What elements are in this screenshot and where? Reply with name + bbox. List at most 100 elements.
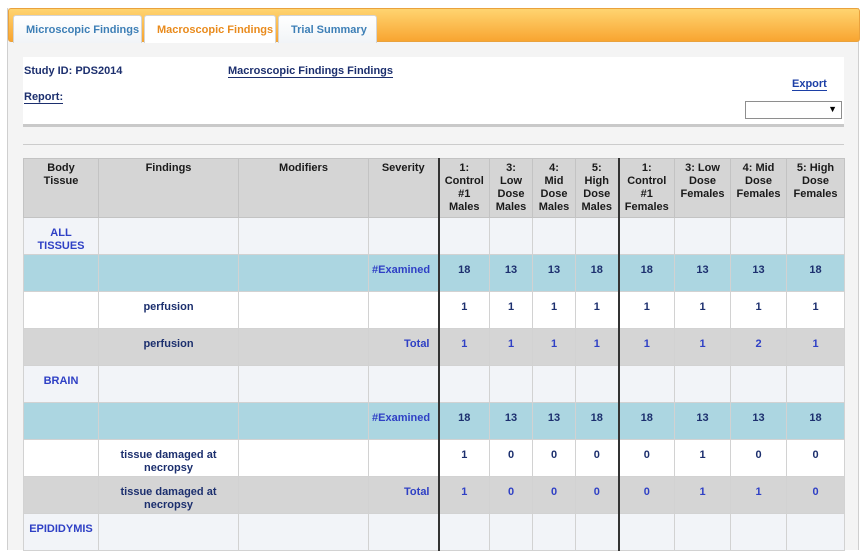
header-line: Mid [544, 175, 564, 187]
body-tissue-cell [23, 291, 99, 329]
count-cell: 18 [437, 254, 490, 292]
finding-cell-line: perfusion [143, 301, 194, 313]
count-cell[interactable]: 1 [674, 476, 731, 514]
count-cell[interactable]: 2 [730, 328, 787, 366]
count-cell[interactable]: 1 [617, 328, 675, 366]
count-cell[interactable]: 1 [489, 328, 533, 366]
count-cell[interactable]: 1 [730, 476, 787, 514]
header-body-tissue: Body Tissue [23, 158, 99, 218]
header-line: #1 [458, 188, 471, 200]
severity-cell: #Examined [368, 254, 439, 292]
count-cell [532, 365, 576, 403]
count-cell: 13 [532, 402, 576, 440]
header-line: Findings [145, 162, 192, 174]
header-c1-control-females: 1: Control #1 Females [617, 158, 675, 218]
body-tissue-cell[interactable]: BRAIN [23, 365, 99, 403]
count-cell [575, 513, 619, 551]
count-cell: 0 [617, 439, 675, 477]
count-cell [674, 513, 731, 551]
count-cell: 1 [674, 291, 731, 329]
header-line: Dose [745, 175, 772, 187]
count-cell: 13 [489, 402, 533, 440]
modifier-cell [238, 328, 369, 366]
count-cell [575, 217, 619, 255]
severity-cell [368, 217, 439, 255]
count-cell[interactable]: 0 [489, 476, 533, 514]
count-cell[interactable]: 0 [575, 476, 619, 514]
count-cell [437, 365, 490, 403]
count-cell: 13 [532, 254, 576, 292]
modifier-cell [238, 365, 369, 403]
finding-cell [98, 254, 239, 292]
body-tissue-cell-line: EPIDIDYMIS [29, 523, 93, 535]
count-cell[interactable]: 1 [437, 328, 490, 366]
body-tissue-cell [23, 402, 99, 440]
count-cell[interactable]: 0 [617, 476, 675, 514]
count-cell [617, 365, 675, 403]
count-cell: 1 [489, 291, 533, 329]
finding-cell-line: necropsy [144, 462, 193, 474]
count-cell[interactable]: 0 [786, 476, 845, 514]
count-cell [617, 513, 675, 551]
header-line: Dose [689, 175, 716, 187]
modifier-cell [238, 254, 369, 292]
count-cell[interactable]: 1 [786, 328, 845, 366]
finding-cell [98, 217, 239, 255]
report-title-link[interactable]: Macroscopic Findings Findings [228, 65, 394, 78]
app-frame: Microscopic Findings Macroscopic Finding… [7, 8, 860, 551]
count-cell[interactable]: 1 [532, 328, 576, 366]
header-line: Severity [381, 162, 425, 174]
count-cell[interactable]: 1 [437, 476, 490, 514]
body-tissue-cell[interactable]: EPIDIDYMIS [23, 513, 99, 551]
export-link[interactable]: Export [792, 78, 827, 91]
count-cell [786, 513, 845, 551]
study-id-label: Study ID: PDS2014 [24, 65, 123, 77]
count-cell[interactable]: 0 [532, 476, 576, 514]
finding-cell: tissue damaged at necropsy [98, 439, 239, 477]
modifier-cell [238, 439, 369, 477]
count-cell [786, 217, 845, 255]
tab-macroscopic-findings[interactable]: Macroscopic Findings [144, 15, 276, 43]
count-cell [786, 365, 845, 403]
header-line: Dose [802, 175, 829, 187]
count-cell: 18 [575, 402, 619, 440]
count-cell: 13 [730, 254, 787, 292]
severity-cell: Total [368, 476, 439, 514]
table-row: #Examined 18 13 13 18 18 13 13 18 [23, 254, 845, 292]
header-c3-low-males: 3: Low Dose Males [489, 158, 533, 218]
finding-cell-line: necropsy [144, 499, 193, 511]
modifier-cell [238, 402, 369, 440]
header-line: Females [680, 188, 725, 200]
count-cell [489, 217, 533, 255]
tab-microscopic-findings[interactable]: Microscopic Findings [13, 15, 142, 43]
finding-cell [98, 402, 239, 440]
finding-cell-line: tissue damaged at [120, 449, 217, 461]
header-line: Females [793, 188, 838, 200]
header-line: High [584, 175, 609, 187]
body-tissue-cell[interactable]: ALL TISSUES [23, 217, 99, 255]
body-tissue-cell [23, 439, 99, 477]
finding-cell: tissue damaged at necropsy [98, 476, 239, 514]
severity-cell [368, 513, 439, 551]
count-cell: 13 [674, 254, 731, 292]
severity-cell: Total [368, 328, 439, 366]
count-cell: 1 [617, 291, 675, 329]
table-row: tissue damaged at necropsy Total 1 0 0 0 0 1 1 0 [23, 476, 845, 514]
severity-cell [368, 365, 439, 403]
header-line: Body [47, 162, 75, 174]
count-cell[interactable]: 1 [674, 328, 731, 366]
report-link[interactable]: Report: [24, 91, 64, 104]
severity-cell [368, 439, 439, 477]
header-line: Tissue [43, 175, 79, 187]
export-format-select[interactable]: ▼ [745, 101, 842, 119]
finding-cell-line: tissue damaged at [120, 486, 217, 498]
count-cell: 18 [617, 402, 675, 440]
tab-trial-summary[interactable]: Trial Summary [278, 15, 377, 43]
count-cell: 1 [575, 291, 619, 329]
finding-cell [98, 365, 239, 403]
count-cell[interactable]: 1 [575, 328, 619, 366]
body-tissue-cell-line: ALL [50, 227, 72, 239]
count-cell: 18 [437, 402, 490, 440]
count-cell: 18 [617, 254, 675, 292]
header-c5-high-females: 5: High Dose Females [786, 158, 845, 218]
